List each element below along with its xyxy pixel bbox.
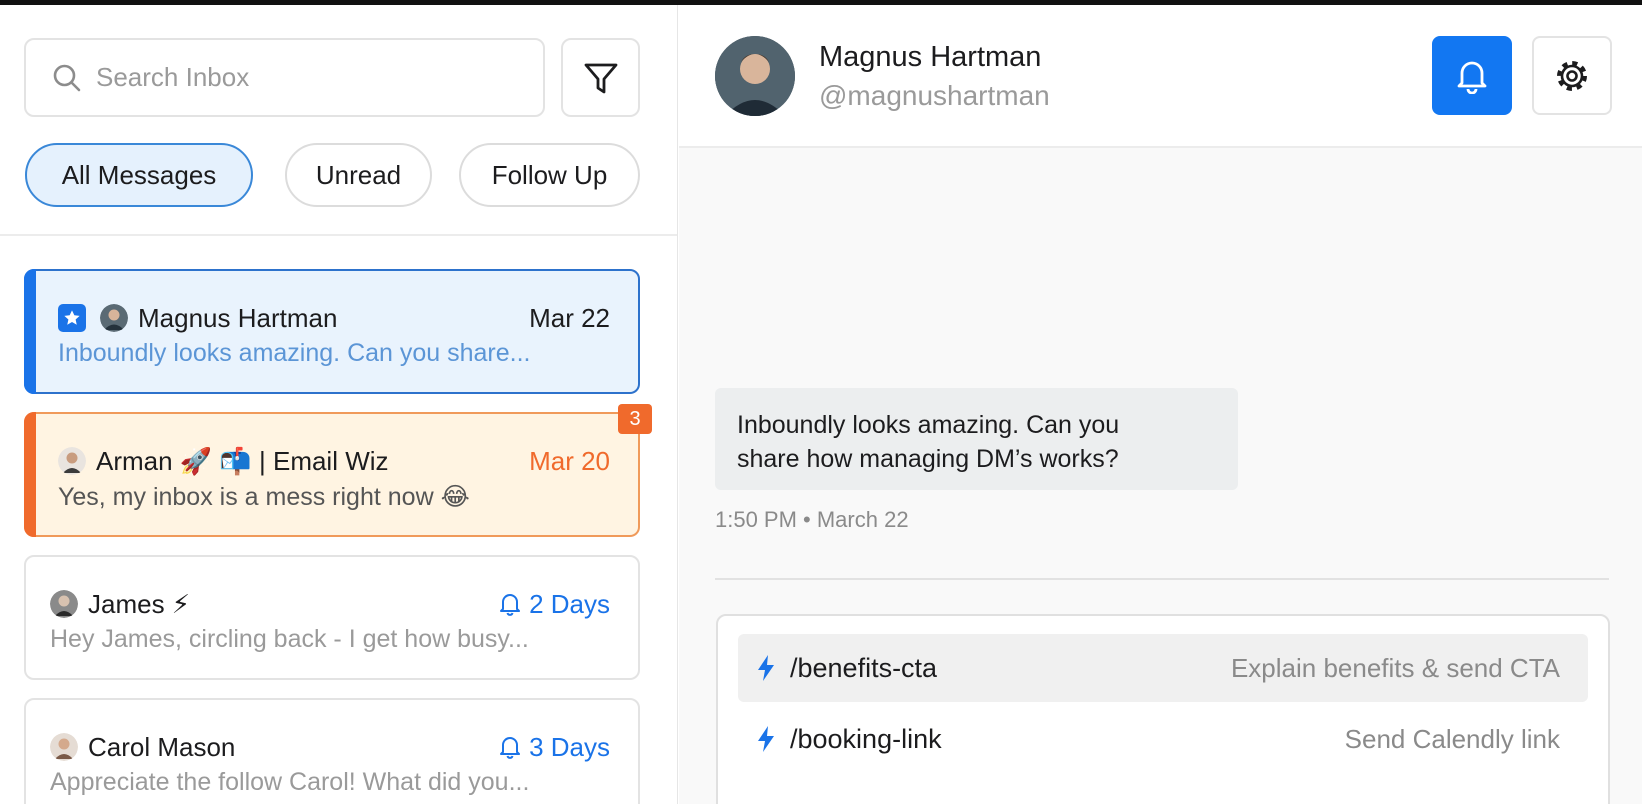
follow-up-due: 3 Days	[499, 732, 610, 763]
avatar	[58, 447, 86, 475]
filter-pill-unread[interactable]: Unread	[285, 143, 432, 207]
command-name: /booking-link	[790, 723, 942, 754]
avatar	[50, 590, 78, 618]
contact-name: James ⚡	[88, 588, 191, 619]
conversation-panel: Magnus Hartman @magnushartman Inboundly …	[679, 5, 1642, 804]
message-text-line: share how managing DM’s works?	[737, 445, 1119, 473]
divider	[715, 578, 1609, 580]
selection-accent	[24, 269, 36, 394]
contact-handle: @magnushartman	[819, 80, 1050, 111]
contact-name: Carol Mason	[88, 731, 236, 762]
contact-name: Magnus Hartman	[138, 302, 338, 333]
bell-icon	[500, 737, 521, 759]
command-description: Send Calendly link	[1344, 723, 1560, 754]
lightning-icon	[758, 726, 774, 752]
message-timestamp: 1:50 PM • March 22	[715, 507, 909, 532]
conversation-item-arman[interactable]: Arman 🚀 📬 | Email Wiz Mar 20 Yes, my inb…	[24, 404, 652, 537]
message-bubble: Inboundly looks amazing. Can you share h…	[715, 388, 1238, 490]
conversation-item-magnus-hartman[interactable]: Magnus Hartman Mar 22 Inboundly looks am…	[24, 269, 640, 394]
gear-icon	[1557, 60, 1587, 91]
conversation-header: Magnus Hartman @magnushartman	[679, 5, 1642, 148]
filter-pill-all-messages[interactable]: All Messages	[25, 143, 253, 207]
message-date: Mar 22	[529, 302, 610, 333]
follow-up-due: 2 Days	[499, 589, 610, 620]
inbox-panel: Search Inbox All Messages Unread Follow …	[0, 5, 678, 804]
conversation-item-james[interactable]: James ⚡ 2 Days Hey James, circling back …	[24, 555, 640, 680]
avatar	[50, 733, 78, 761]
command-item-booking-link[interactable]: /booking-link Send Calendly link	[738, 705, 1588, 773]
filter-button[interactable]	[561, 38, 640, 117]
message-text-line: Inboundly looks amazing. Can you	[737, 411, 1120, 439]
quick-commands-menu: /benefits-cta Explain benefits & send CT…	[716, 614, 1610, 804]
avatar	[715, 36, 795, 116]
unread-accent	[24, 412, 36, 537]
search-placeholder: Search Inbox	[96, 62, 250, 92]
search-input[interactable]: Search Inbox	[24, 38, 545, 117]
unread-count-badge: 3	[618, 404, 652, 434]
contact-name: Magnus Hartman	[819, 41, 1042, 73]
message-date: Mar 20	[529, 445, 610, 476]
conversation-item-carol-mason[interactable]: Carol Mason 3 Days Appreciate the follow…	[24, 698, 640, 804]
command-description: Explain benefits & send CTA	[1230, 652, 1560, 683]
search-icon	[53, 64, 81, 91]
message-preview: Inboundly looks amazing. Can you share..…	[58, 339, 531, 367]
lightning-icon	[758, 655, 774, 681]
star-icon	[58, 304, 86, 332]
message-preview: Appreciate the follow Carol! What did yo…	[50, 768, 530, 796]
message-preview: Hey James, circling back - I get how bus…	[50, 625, 529, 653]
avatar	[100, 304, 128, 332]
settings-button[interactable]	[1532, 36, 1612, 115]
contact-name: Arman 🚀 📬 | Email Wiz	[96, 445, 389, 476]
divider	[0, 234, 677, 236]
notifications-button[interactable]	[1432, 36, 1512, 115]
command-item-benefits-cta[interactable]: /benefits-cta Explain benefits & send CT…	[738, 634, 1588, 702]
bell-icon	[1457, 61, 1487, 94]
filter-pill-follow-up[interactable]: Follow Up	[459, 143, 640, 207]
message-preview: Yes, my inbox is a mess right now 😂	[58, 483, 470, 511]
command-name: /benefits-cta	[790, 652, 938, 683]
bell-icon	[500, 594, 521, 616]
funnel-icon	[584, 63, 617, 93]
